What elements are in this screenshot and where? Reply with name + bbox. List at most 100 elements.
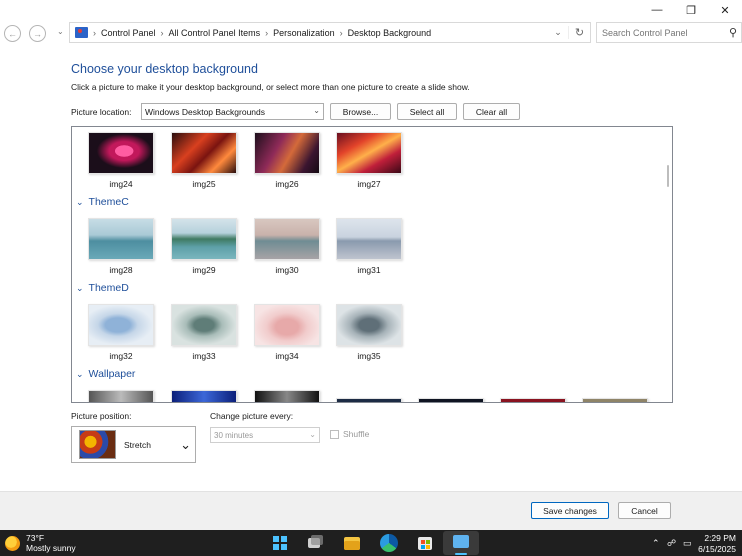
address-history-chevron-icon[interactable]: ⌄: [548, 27, 568, 38]
breadcrumb-separator-icon: ›: [265, 27, 269, 38]
search-input[interactable]: [602, 27, 720, 38]
thumbnail-label: img33: [192, 351, 216, 361]
group-name: ThemeC: [88, 196, 129, 208]
shuffle-label: Shuffle: [343, 429, 370, 439]
shuffle-checkbox: Shuffle: [330, 429, 369, 439]
breadcrumb-control-panel[interactable]: Control Panel: [101, 28, 156, 38]
picture-location-dropdown[interactable]: Windows Desktop Backgrounds ⌄: [141, 103, 324, 120]
checkbox-box: [330, 429, 339, 439]
back-icon[interactable]: ←: [4, 25, 21, 42]
wallpaper-thumbnail[interactable]: [254, 304, 320, 346]
wallpaper-thumbnail[interactable]: [336, 218, 402, 260]
forward-icon[interactable]: →: [29, 25, 46, 42]
change-interval-dropdown: 30 minutes ⌄: [210, 427, 320, 443]
volume-icon[interactable]: ▭: [683, 538, 692, 549]
breadcrumb-personalization[interactable]: Personalization: [273, 28, 335, 38]
task-view-icon[interactable]: [306, 534, 324, 552]
picture-location-value: Windows Desktop Backgrounds: [145, 106, 266, 117]
wallpaper-thumbnail[interactable]: [582, 398, 648, 402]
wallpaper-thumbnail[interactable]: [336, 132, 402, 174]
wallpaper-thumbnail[interactable]: [171, 132, 237, 174]
date: 6/15/2025: [698, 544, 736, 554]
search-box[interactable]: ⚲: [596, 22, 742, 43]
thumbnail-label: img27: [357, 179, 381, 189]
group-header-themec[interactable]: ⌄ ThemeC: [76, 196, 129, 208]
time: 2:29 PM: [704, 533, 736, 543]
wallpaper-thumbnail[interactable]: [336, 398, 402, 402]
thumbnail-label: img28: [109, 265, 133, 275]
save-changes-button[interactable]: Save changes: [531, 502, 609, 519]
thumbnail-label: img30: [275, 265, 299, 275]
start-icon[interactable]: [271, 534, 289, 552]
group-name: ThemeD: [88, 282, 129, 294]
wallpaper-thumbnail[interactable]: [88, 132, 154, 174]
address-bar[interactable]: › Control Panel › All Control Panel Item…: [69, 22, 591, 43]
picture-location-label: Picture location:: [71, 107, 132, 117]
thumbnail-label: img25: [192, 179, 216, 189]
wallpaper-thumbnail[interactable]: [88, 218, 154, 260]
window-controls: — ❐ ✕: [640, 0, 742, 20]
wallpaper-thumbnail[interactable]: [88, 304, 154, 346]
navigation-bar: ← → ⌄ › Control Panel › All Control Pane…: [0, 22, 742, 44]
breadcrumb-separator-icon: ›: [339, 27, 343, 38]
wallpaper-thumbnail[interactable]: [254, 132, 320, 174]
gallery-scrollbar[interactable]: [663, 127, 672, 402]
edge-icon[interactable]: [380, 534, 398, 552]
minimize-icon[interactable]: —: [640, 0, 674, 20]
thumbnail-label: img29: [192, 265, 216, 275]
network-icon[interactable]: ☍: [667, 538, 676, 549]
dialog-footer: Save changes Cancel: [0, 491, 742, 530]
chevron-down-icon: ⌄: [180, 437, 191, 452]
select-all-button[interactable]: Select all: [397, 103, 457, 120]
control-panel-icon: [75, 27, 88, 38]
change-picture-label: Change picture every:: [210, 411, 294, 421]
change-interval-value: 30 minutes: [214, 430, 254, 440]
breadcrumb-desktop-background[interactable]: Desktop Background: [348, 28, 432, 38]
chevron-up-icon[interactable]: ⌃: [652, 538, 660, 549]
group-header-themed[interactable]: ⌄ ThemeD: [76, 282, 129, 294]
clock[interactable]: 2:29 PM 6/15/2025: [698, 533, 736, 555]
picture-position-dropdown[interactable]: Stretch ⌄: [71, 426, 196, 463]
chevron-down-icon: ⌄: [313, 106, 320, 115]
temperature: 73°F: [26, 533, 45, 543]
breadcrumb-all-items[interactable]: All Control Panel Items: [169, 28, 261, 38]
refresh-icon[interactable]: ↻: [568, 26, 590, 39]
chevron-down-icon: ⌄: [76, 368, 84, 379]
wallpaper-thumbnail[interactable]: [88, 390, 154, 402]
control-panel-taskbar-button[interactable]: [443, 531, 479, 555]
wallpaper-gallery[interactable]: img24 img25 img26 img27 ⌄ ThemeC img28 i…: [71, 126, 673, 403]
wallpaper-thumbnail[interactable]: [336, 304, 402, 346]
wallpaper-thumbnail[interactable]: [254, 218, 320, 260]
wallpaper-thumbnail[interactable]: [418, 398, 484, 402]
wallpaper-thumbnail[interactable]: [500, 398, 566, 402]
thumbnail-label: img31: [357, 265, 381, 275]
scrollbar-thumb[interactable]: [667, 165, 669, 187]
chevron-down-icon: ⌄: [76, 196, 84, 207]
store-icon[interactable]: [416, 534, 434, 552]
breadcrumb-separator-icon: ›: [93, 27, 96, 38]
chevron-down-icon: ⌄: [76, 282, 84, 293]
thumbnail-label: img32: [109, 351, 133, 361]
wallpaper-thumbnail[interactable]: [171, 390, 237, 402]
thumbnail-label: img24: [109, 179, 133, 189]
group-name: Wallpaper: [88, 368, 136, 380]
weather-widget[interactable]: 73°F Mostly sunny: [5, 533, 76, 553]
search-icon[interactable]: ⚲: [729, 26, 737, 39]
group-header-wallpaper[interactable]: ⌄ Wallpaper: [76, 368, 135, 380]
restore-icon[interactable]: ❐: [674, 0, 708, 20]
cancel-button[interactable]: Cancel: [618, 502, 671, 519]
browse-button[interactable]: Browse...: [330, 103, 391, 120]
wallpaper-thumbnail[interactable]: [171, 304, 237, 346]
taskbar: 73°F Mostly sunny ⌃ ☍ ▭ 2:29 PM 6/15/202…: [0, 530, 742, 556]
picture-position-label: Picture position:: [71, 411, 132, 421]
close-icon[interactable]: ✕: [708, 0, 742, 20]
chevron-down-icon: ⌄: [309, 430, 316, 439]
page-subtitle: Click a picture to make it your desktop …: [71, 82, 470, 92]
wallpaper-thumbnail[interactable]: [254, 390, 320, 402]
sun-icon: [5, 535, 20, 551]
breadcrumb-separator-icon: ›: [160, 27, 164, 38]
clear-all-button[interactable]: Clear all: [463, 103, 520, 120]
file-explorer-icon[interactable]: [343, 534, 361, 552]
recent-locations-chevron-icon[interactable]: ⌄: [57, 27, 64, 36]
wallpaper-thumbnail[interactable]: [171, 218, 237, 260]
